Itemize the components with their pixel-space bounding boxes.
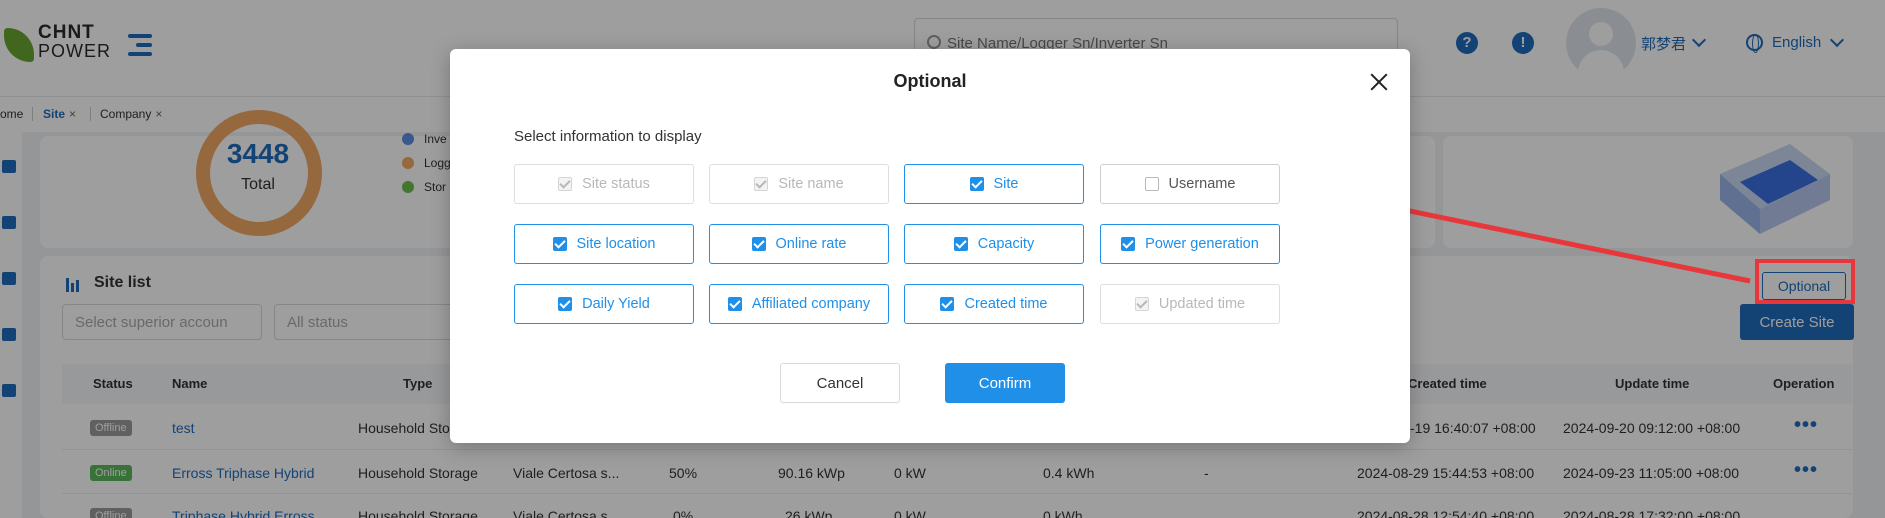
option-daily-yield[interactable]: Daily Yield [514,284,694,324]
optional-columns-dialog: Optional Select information to display S… [450,49,1410,443]
option-capacity[interactable]: Capacity [904,224,1084,264]
option-username[interactable]: Username [1100,164,1280,204]
checkbox-icon [1134,297,1149,311]
cancel-button[interactable]: Cancel [780,363,900,403]
dialog-title: Optional [893,71,967,91]
checkbox-icon[interactable] [1144,177,1159,191]
checkbox-icon[interactable] [727,297,742,311]
option-site-location[interactable]: Site location [514,224,694,264]
checkbox-icon [754,177,769,191]
option-power-generation[interactable]: Power generation [1100,224,1280,264]
option-site-status: Site status [514,164,694,204]
checkbox-icon[interactable] [940,297,955,311]
checkbox-icon[interactable] [558,297,573,311]
option-online-rate[interactable]: Online rate [709,224,889,264]
confirm-button[interactable]: Confirm [945,363,1065,403]
option-created-time[interactable]: Created time [904,284,1084,324]
option-updated-time: Updated time [1100,284,1280,324]
checkbox-icon[interactable] [969,177,984,191]
option-affiliated-company[interactable]: Affiliated company [709,284,889,324]
checkbox-icon[interactable] [1121,237,1136,251]
close-icon[interactable] [1368,71,1390,93]
checkbox-icon[interactable] [953,237,968,251]
checkbox-icon [558,177,573,191]
checkbox-icon[interactable] [751,237,766,251]
dialog-subtitle: Select information to display [514,128,702,145]
option-site[interactable]: Site [904,164,1084,204]
option-site-name: Site name [709,164,889,204]
checkbox-icon[interactable] [552,237,567,251]
